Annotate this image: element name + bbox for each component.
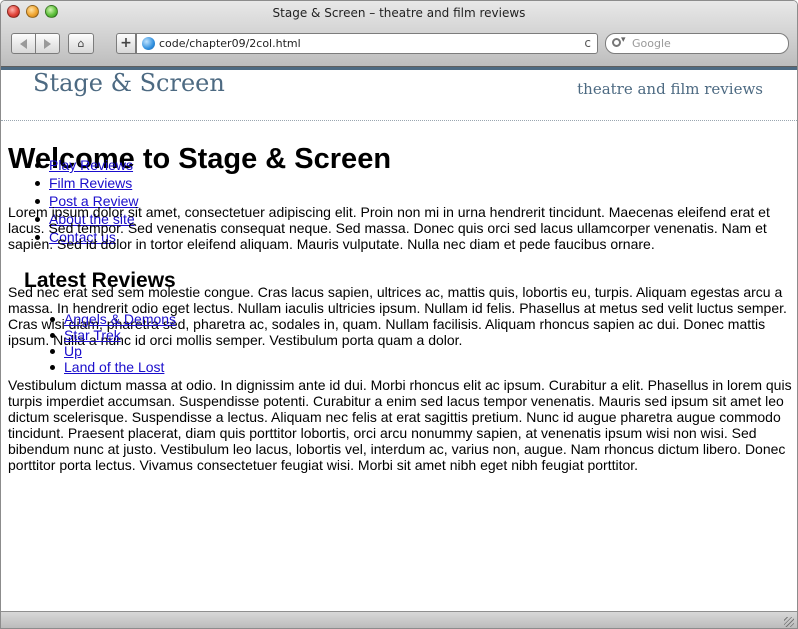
review-link-up[interactable]: Up — [64, 343, 82, 359]
web-page: Stage & Screen theatre and film reviews … — [1, 67, 797, 611]
site-title: Stage & Screen — [33, 69, 225, 97]
review-link-land-of-the-lost[interactable]: Land of the Lost — [64, 359, 164, 375]
address-bar-text[interactable]: code/chapter09/2col.html — [159, 37, 301, 50]
review-item: Up — [49, 343, 176, 359]
address-bar[interactable]: code/chapter09/2col.html c — [136, 33, 598, 54]
add-bookmark-button[interactable]: + — [116, 33, 136, 54]
site-tagline: theatre and film reviews — [577, 80, 763, 98]
back-arrow-icon — [20, 39, 27, 49]
body-paragraph-2: Vestibulum dictum massa at odio. In dign… — [8, 377, 792, 473]
forward-arrow-icon — [44, 39, 51, 49]
search-field[interactable]: ▾ Google — [605, 33, 789, 54]
nav-item: Film Reviews — [34, 175, 138, 191]
review-item: Star Trek — [49, 327, 176, 343]
browser-window: Stage & Screen – theatre and film review… — [0, 0, 798, 629]
globe-icon — [142, 37, 155, 50]
header-divider — [1, 120, 797, 121]
window-title: Stage & Screen – theatre and film review… — [272, 6, 526, 20]
search-placeholder[interactable]: Google — [632, 37, 671, 50]
status-bar — [1, 611, 797, 628]
review-item: Angels & Demons — [49, 311, 176, 327]
search-menu-icon[interactable]: ▾ — [621, 35, 626, 45]
forward-button[interactable] — [35, 33, 60, 54]
reload-icon[interactable]: c — [584, 36, 591, 50]
search-icon — [612, 38, 621, 47]
resize-grip-icon[interactable] — [784, 617, 794, 627]
home-button[interactable]: ⌂ — [68, 33, 94, 54]
browser-toolbar: Stage & Screen – theatre and film review… — [1, 1, 797, 67]
review-link-star-trek[interactable]: Star Trek — [64, 327, 121, 343]
nav-item: Play Reviews — [34, 157, 138, 173]
intro-paragraph: Lorem ipsum dolor sit amet, consectetuer… — [8, 204, 770, 252]
plus-icon: + — [120, 35, 132, 51]
latest-reviews-list: Angels & Demons Star Trek Up Land of the… — [49, 311, 176, 375]
review-item: Land of the Lost — [49, 359, 176, 375]
nav-link-film-reviews[interactable]: Film Reviews — [49, 175, 132, 191]
home-icon: ⌂ — [77, 37, 85, 50]
nav-link-play-reviews[interactable]: Play Reviews — [49, 157, 133, 173]
review-link-angels-demons[interactable]: Angels & Demons — [64, 311, 176, 327]
back-button[interactable] — [11, 33, 36, 54]
